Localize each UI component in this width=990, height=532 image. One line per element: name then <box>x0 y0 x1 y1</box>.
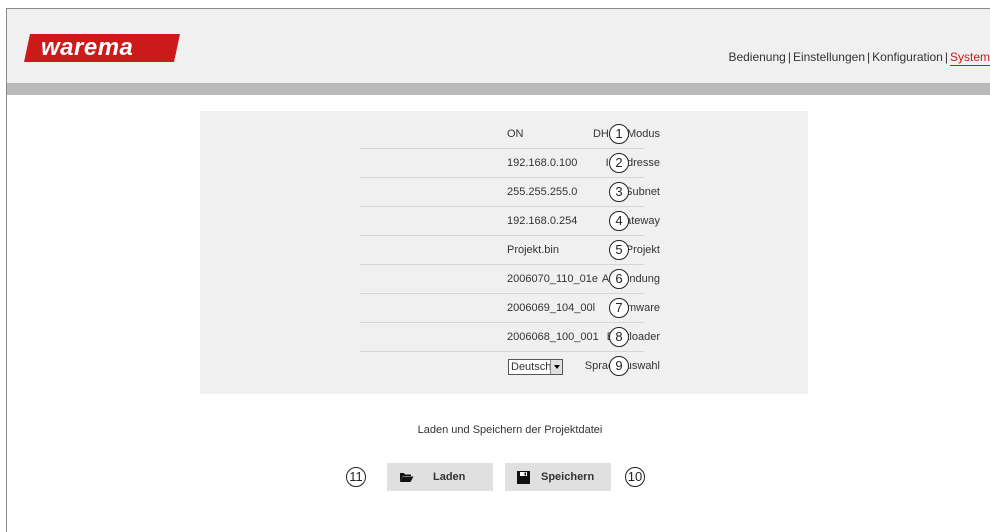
callout-marker: 2 <box>609 153 629 173</box>
warema-logo: warema <box>24 34 180 62</box>
callout-marker: 5 <box>609 240 629 260</box>
setting-row-ip: IP-Adresse 192.168.0.100 2 <box>360 149 846 178</box>
callout-marker: 11 <box>346 467 366 487</box>
callout-marker: 6 <box>609 269 629 289</box>
setting-row-gateway: Gateway 192.168.0.254 4 <box>360 207 846 236</box>
nav-separator: | <box>944 50 948 64</box>
chevron-down-icon[interactable] <box>550 360 562 374</box>
setting-row-subnet: Subnet 255.255.255.0 3 <box>360 178 846 207</box>
callout-marker: 8 <box>609 327 629 347</box>
nav-system[interactable]: System <box>949 50 990 66</box>
nav-konfiguration[interactable]: Konfiguration <box>872 50 943 66</box>
setting-row-bootloader: Bootloader 2006068_100_001 8 <box>360 323 846 352</box>
callout-marker: 4 <box>609 211 629 231</box>
setting-value: 2006070_110_01e <box>507 273 598 285</box>
load-button-label: Laden <box>433 471 466 483</box>
folder-open-icon <box>399 471 414 486</box>
callout-marker: 3 <box>609 182 629 202</box>
setting-value: 192.168.0.100 <box>507 157 578 169</box>
setting-value: Projekt.bin <box>507 244 559 256</box>
nav-separator: | <box>867 50 871 64</box>
floppy-disk-icon <box>517 471 530 487</box>
load-button[interactable]: Laden <box>387 463 493 491</box>
setting-value: ON <box>507 128 524 140</box>
language-select-value: Deutsch <box>511 361 552 373</box>
setting-value: 255.255.255.0 <box>507 186 578 198</box>
project-file-heading: Laden und Speichern der Projektdatei <box>417 424 603 436</box>
nav-separator: | <box>787 50 791 64</box>
save-button-label: Speichern <box>541 471 595 483</box>
nav-einstellungen[interactable]: Einstellungen <box>793 50 865 66</box>
setting-label: Projekt <box>625 244 660 256</box>
logo-text: warema <box>41 34 134 61</box>
setting-value: 2006069_104_00l <box>507 302 596 314</box>
callout-marker: 1 <box>609 124 629 144</box>
setting-row-firmware: Firmware 2006069_104_00l 7 <box>360 294 846 323</box>
header-bar: warema Bedienung | Einstellungen | Konfi… <box>7 9 990 83</box>
setting-value: 192.168.0.254 <box>507 215 578 227</box>
language-select[interactable]: Deutsch <box>508 359 563 375</box>
setting-row-dhcp: DHCP Modus ON 1 <box>360 120 846 149</box>
setting-row-sprache: Sprachauswahl Deutsch 9 <box>360 352 846 381</box>
system-settings-panel: DHCP Modus ON 1 IP-Adresse 192.168.0.100… <box>200 111 808 394</box>
setting-row-projekt: Projekt Projekt.bin 5 <box>360 236 846 265</box>
nav-bedienung[interactable]: Bedienung <box>728 50 785 66</box>
save-button[interactable]: Speichern <box>505 463 611 491</box>
header-divider-bar <box>7 83 990 95</box>
callout-marker: 10 <box>625 467 645 487</box>
setting-row-anwendung: Anwendung 2006070_110_01e 6 <box>360 265 846 294</box>
setting-value: 2006068_100_001 <box>507 331 599 343</box>
callout-marker: 7 <box>609 298 629 318</box>
main-nav: Bedienung | Einstellungen | Konfiguratio… <box>728 50 990 66</box>
callout-marker: 9 <box>609 356 629 376</box>
setting-label: Subnet <box>625 186 660 198</box>
